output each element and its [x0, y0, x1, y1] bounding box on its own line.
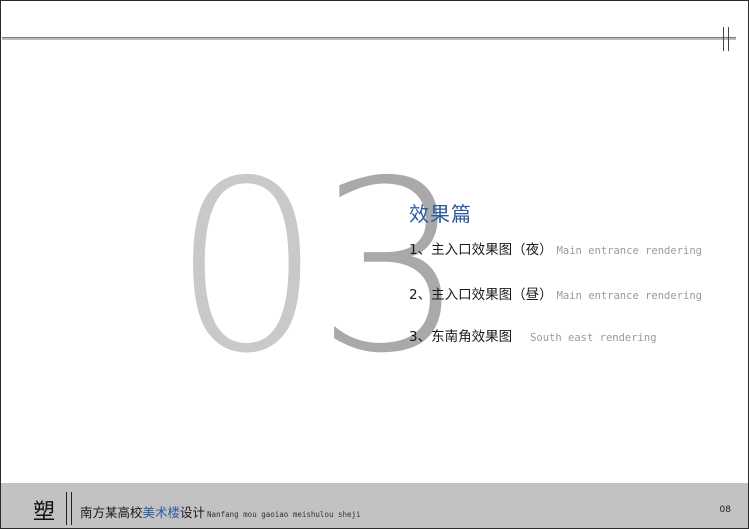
footer-title-prefix: 南方某高校 — [80, 505, 143, 520]
item-title-en: Main entrance rendering — [556, 245, 702, 257]
footer-title-suffix: 设计 — [180, 505, 206, 520]
section-number-digit-2: 3 — [316, 130, 466, 405]
list-item: 2、主入口效果图（昼） Main entrance rendering — [409, 283, 702, 303]
section-number: 03 — [172, 150, 466, 386]
footer-title-highlight: 美术楼 — [142, 505, 181, 520]
top-rule-light — [2, 38, 736, 40]
footer-title: 南方某高校美术楼设计 Nanfang mou gaoiao meishulou s… — [80, 502, 361, 521]
item-title-en: South east rendering — [530, 332, 657, 344]
item-title-cn: 2、主入口效果图（昼） — [409, 287, 553, 303]
list-item: 1、主入口效果图（夜） Main entrance rendering — [409, 238, 702, 258]
footer-divider-1 — [66, 492, 67, 525]
footer-pinyin: Nanfang mou gaoiao meishulou sheji — [207, 510, 361, 519]
list-item: 3、东南角效果图 South east rendering — [409, 325, 657, 345]
item-title-cn: 1、主入口效果图（夜） — [409, 242, 553, 258]
top-rule-tick-1 — [723, 27, 724, 51]
footer-divider-2 — [71, 492, 72, 525]
footer-logo-glyph: 塑 — [33, 500, 56, 525]
section-number-digit-1: 0 — [172, 130, 322, 405]
page-number: 08 — [719, 505, 731, 515]
item-title-en: Main entrance rendering — [556, 290, 702, 302]
top-rule-tick-2 — [728, 27, 729, 51]
section-title: 效果篇 — [409, 202, 472, 226]
item-title-cn: 3、东南角效果图 — [409, 329, 513, 345]
